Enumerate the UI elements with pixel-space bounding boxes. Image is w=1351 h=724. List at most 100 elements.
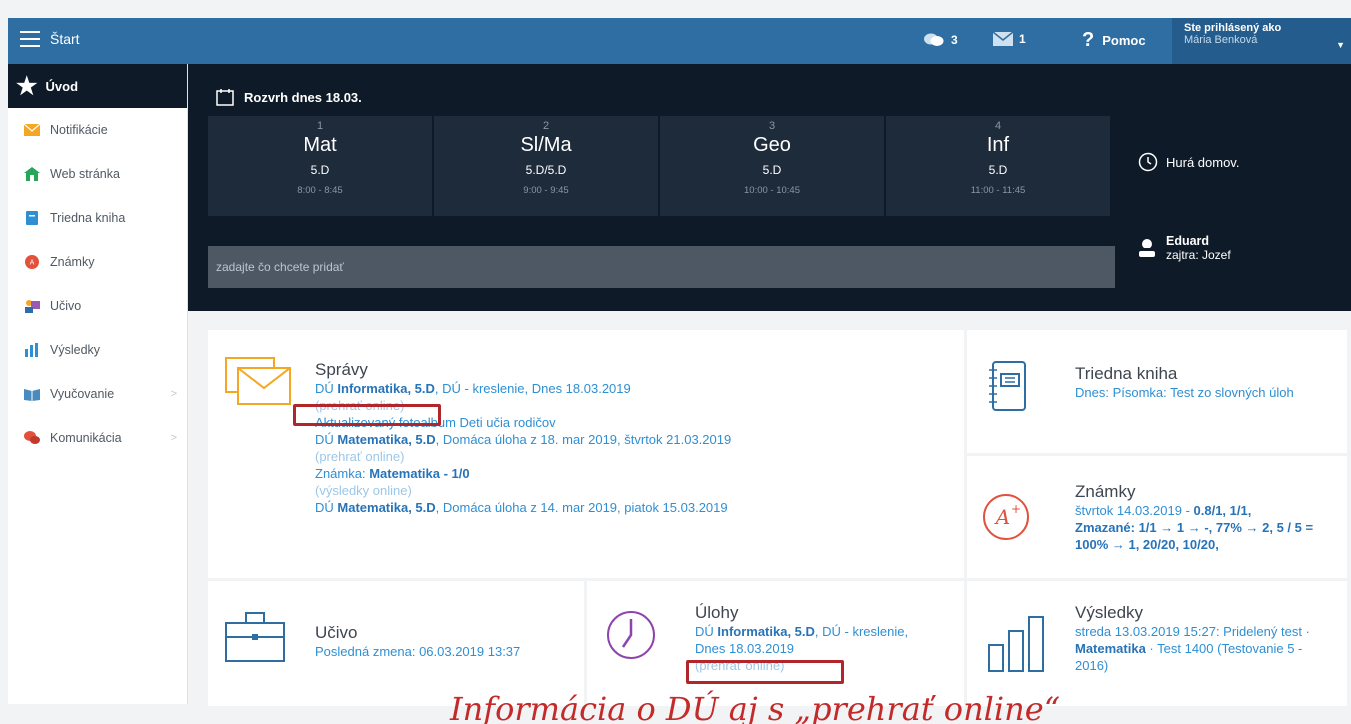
sidebar-item-label: Notifikácie (50, 123, 108, 137)
class-book-card[interactable]: Triedna kniha Dnes: Písomka: Test zo slo… (967, 330, 1347, 453)
sidebar-item-vyucovanie[interactable]: Vyučovanie > (8, 372, 187, 416)
clock-icon (1138, 152, 1158, 172)
lesson-time: 11:00 - 11:45 (970, 185, 1026, 196)
message-item[interactable]: DÚ Informatika, 5.D, DÚ - kreslenie, Dne… (315, 380, 955, 397)
sidebar-item-komunikacia[interactable]: Komunikácia > (8, 416, 187, 460)
sidebar-item-znamky[interactable]: A Známky (8, 240, 187, 284)
sidebar-item-uvod[interactable]: ★ Úvod (8, 64, 187, 108)
duty-name: Eduard (1166, 234, 1210, 248)
class-book-content: Triedna kniha Dnes: Písomka: Test zo slo… (1075, 364, 1335, 401)
sidebar-item-label: Úvod (45, 78, 79, 94)
schedule-title: Rozvrh dnes 18.03. (216, 88, 362, 106)
messages-card[interactable]: Správy DÚ Informatika, 5.D, DÚ - kreslen… (208, 330, 964, 578)
results-online-link[interactable]: (výsledky online) (315, 482, 955, 499)
lesson-subject: Geo (753, 134, 791, 156)
envelope-stack-icon (225, 357, 291, 405)
result-item[interactable]: streda 13.03.2019 15:27: Pridelený test … (1075, 623, 1337, 674)
lesson-card[interactable]: 2 Sl/Ma 5.D/5.D 9:00 - 9:45 (434, 116, 658, 216)
svg-text:+: + (1011, 502, 1021, 516)
open-book-icon (24, 389, 40, 401)
lesson-class: 5.D (310, 163, 330, 177)
lesson-time: 8:00 - 8:45 (297, 185, 343, 196)
message-item[interactable]: DÚ Matematika, 5.D, Domáca úloha z 18. m… (315, 431, 955, 448)
schedule-title-text: Rozvrh dnes 18.03. (244, 89, 362, 105)
lesson-time: 9:00 - 9:45 (523, 185, 569, 196)
hamburger-menu-icon[interactable] (20, 31, 40, 47)
task-item[interactable]: DÚ Informatika, 5.D, DÚ - kreslenie, Dne… (695, 623, 925, 657)
briefcase-icon (225, 612, 285, 662)
play-online-link[interactable]: (prehrať online) (315, 448, 955, 465)
grades-card[interactable]: A + Známky štvrtok 14.03.2019 - 0.8/1, 1… (967, 456, 1347, 578)
class-book-text[interactable]: Dnes: Písomka: Test zo slovných úloh (1075, 384, 1335, 401)
day-info: Hurá domov. Eduard zajtra: Jozef (1120, 116, 1351, 311)
highlight-box (293, 404, 441, 426)
user-name: Mária Benková (1184, 34, 1258, 46)
star-icon: ★ (16, 72, 38, 100)
mail-button[interactable]: 1 (993, 32, 1026, 46)
annotation-text: Informácia o DÚ aj s „prehrať online“ (450, 690, 1061, 724)
sidebar-item-ucivo[interactable]: Učivo (8, 284, 187, 328)
sidebar-item-notifikacie[interactable]: Notifikácie (8, 108, 187, 152)
results-title: Výsledky (1075, 603, 1144, 622)
messages-title: Správy (315, 360, 368, 379)
tasks-title: Úlohy (695, 603, 739, 622)
grade-badge-icon: A (25, 255, 39, 269)
clock-icon (607, 611, 655, 659)
tasks-card[interactable]: Úlohy DÚ Informatika, 5.D, DÚ - kresleni… (587, 581, 964, 706)
messages-content: Správy DÚ Informatika, 5.D, DÚ - kreslen… (315, 360, 955, 516)
book-icon (26, 211, 38, 225)
bar-chart-icon (988, 616, 1044, 672)
grades-title: Známky (1075, 482, 1136, 501)
lesson-number: 3 (768, 120, 776, 132)
lesson-time: 10:00 - 10:45 (744, 185, 800, 196)
help-button[interactable]: ? Pomoc (1082, 29, 1146, 52)
calendar-icon (216, 89, 234, 106)
sidebar-item-label: Triedna kniha (50, 211, 126, 225)
lesson-subject: Sl/Ma (520, 134, 572, 156)
user-label: Ste prihlásený ako (1184, 22, 1282, 34)
deleted-grades[interactable]: Zmazané: 1/1 → 1 → -, 77% → 2, 5 / 5 = 1… (1075, 519, 1337, 553)
lesson-class: 5.D (988, 163, 1008, 177)
lesson-subject: Mat (303, 134, 337, 156)
class-book-title: Triedna kniha (1075, 364, 1178, 383)
person-icon (1139, 239, 1155, 257)
lesson-card[interactable]: 1 Mat 5.D 8:00 - 8:45 (208, 116, 432, 216)
schedule-panel: Rozvrh dnes 18.03. 1 Mat 5.D 8:00 - 8:45… (188, 64, 1351, 311)
results-card[interactable]: Výsledky streda 13.03.2019 15:27: Pridel… (967, 581, 1347, 706)
curriculum-last-change[interactable]: Posledná zmena: 06.03.2019 13:37 (315, 643, 575, 660)
grades-line[interactable]: štvrtok 14.03.2019 - 0.8/1, 1/1, (1075, 502, 1337, 519)
sidebar-item-web-stranka[interactable]: Web stránka (8, 152, 187, 196)
sidebar-item-triedna-kniha[interactable]: Triedna kniha (8, 196, 187, 240)
sidebar-item-vysledky[interactable]: Výsledky (8, 328, 187, 372)
user-menu[interactable]: Ste prihlásený ako Mária Benková ▼ (1172, 18, 1351, 64)
results-content: Výsledky streda 13.03.2019 15:27: Pridel… (1075, 603, 1337, 674)
svg-text:A: A (994, 505, 1010, 529)
curriculum-card[interactable]: Učivo Posledná zmena: 06.03.2019 13:37 (208, 581, 584, 706)
app-title[interactable]: Štart (50, 31, 80, 47)
message-item[interactable]: Známka: Matematika - 1/0 (315, 465, 955, 482)
highlight-box (686, 660, 844, 684)
lesson-subject: Inf (986, 134, 1010, 156)
lesson-number: 1 (316, 120, 324, 132)
lesson-card[interactable]: 4 Inf 5.D 11:00 - 11:45 (886, 116, 1110, 216)
question-mark-icon: ? (1082, 29, 1095, 51)
lesson-card[interactable]: 3 Geo 5.D 10:00 - 10:45 (660, 116, 884, 216)
grades-content: Známky štvrtok 14.03.2019 - 0.8/1, 1/1, … (1075, 482, 1337, 553)
add-item-input[interactable] (208, 246, 1115, 288)
chevron-right-icon: > (170, 388, 177, 400)
notebook-icon (989, 361, 1026, 411)
sidebar-item-label: Výsledky (50, 343, 101, 357)
app-frame: Štart 3 1 ? Pomoc Ste prihlásený ako Már… (0, 0, 1351, 724)
envelope-icon (24, 123, 40, 136)
sidebar-item-label: Web stránka (50, 167, 120, 181)
svg-text:A: A (30, 259, 35, 267)
sidebar-item-label: Vyučovanie (50, 387, 115, 401)
messages-button[interactable]: 3 (923, 32, 958, 48)
curriculum-content: Učivo Posledná zmena: 06.03.2019 13:37 (315, 623, 575, 660)
message-item[interactable]: DÚ Matematika, 5.D, Domáca úloha z 14. m… (315, 499, 955, 516)
lesson-class: 5.D (762, 163, 782, 177)
lessons-row: 1 Mat 5.D 8:00 - 8:45 2 Sl/Ma 5.D/5.D 9:… (208, 116, 1110, 216)
envelope-icon (993, 32, 1013, 46)
chat-icon (24, 431, 40, 444)
lesson-number: 2 (542, 120, 550, 132)
